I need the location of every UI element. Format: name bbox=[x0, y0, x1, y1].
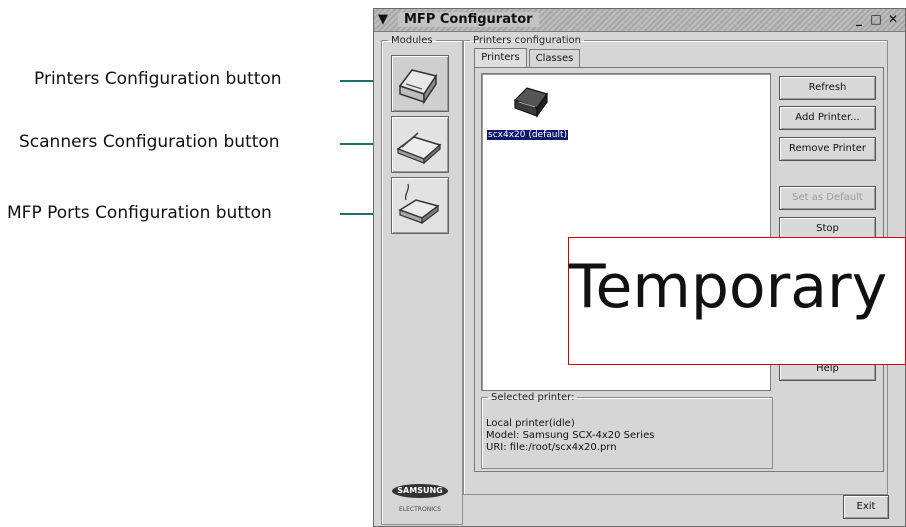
selected-printer-group: Selected printer: Local printer(idle) Mo… bbox=[481, 392, 773, 469]
remove-printer-button[interactable]: Remove Printer bbox=[779, 137, 876, 161]
printers-configuration-button[interactable] bbox=[391, 55, 449, 112]
scanner-icon bbox=[396, 132, 442, 165]
printer-item-label: scx4x20 (default) bbox=[487, 130, 569, 140]
title-bar[interactable]: ▼ MFP Configurator _ □ ✕ bbox=[374, 9, 905, 32]
scanners-configuration-button[interactable] bbox=[391, 116, 449, 173]
modules-legend: Modules bbox=[391, 35, 433, 46]
samsung-brand: SAMSUNG bbox=[392, 484, 448, 498]
callout-ports: MFP Ports Configuration button bbox=[7, 203, 272, 223]
close-button[interactable]: ✕ bbox=[886, 12, 900, 26]
mfp-ports-configuration-button[interactable] bbox=[391, 177, 449, 234]
selected-printer-info: Local printer(idle) Model: Samsung SCX-4… bbox=[486, 418, 654, 454]
refresh-button[interactable]: Refresh bbox=[779, 76, 876, 100]
maximize-button[interactable]: □ bbox=[869, 12, 883, 26]
minimize-button[interactable]: _ bbox=[852, 12, 866, 26]
window-title: MFP Configurator bbox=[398, 12, 539, 27]
callout-scanners: Scanners Configuration button bbox=[19, 132, 280, 152]
temporary-overlay: Temporary bbox=[568, 237, 906, 365]
printer-icon bbox=[398, 69, 438, 105]
add-printer-button[interactable]: Add Printer... bbox=[779, 106, 876, 130]
printer-model-text: Model: Samsung SCX-4x20 Series bbox=[486, 430, 655, 441]
port-icon bbox=[398, 183, 440, 225]
callout-printers: Printers Configuration button bbox=[34, 69, 282, 89]
window-menu-icon[interactable]: ▼ bbox=[378, 12, 388, 27]
selected-printer-legend: Selected printer: bbox=[491, 392, 575, 403]
set-as-default-button[interactable]: Set as Default bbox=[779, 186, 876, 210]
tab-printers[interactable]: Printers bbox=[474, 48, 527, 68]
exit-button[interactable]: Exit bbox=[843, 495, 889, 519]
printer-status-text: Local printer(idle) bbox=[486, 418, 575, 429]
samsung-sub: ELECTRONICS bbox=[399, 506, 441, 513]
tab-classes[interactable]: Classes bbox=[529, 49, 580, 67]
printers-configuration-legend: Printers configuration bbox=[473, 35, 581, 46]
printer-device-icon bbox=[513, 87, 548, 118]
samsung-logo: SAMSUNG ELECTRONICS bbox=[389, 484, 451, 520]
tab-bar: Printers Classes bbox=[474, 48, 594, 69]
printer-uri-text: URI: file:/root/scx4x20.prn bbox=[486, 442, 617, 453]
temporary-overlay-text: Temporary bbox=[569, 252, 888, 322]
printer-list-item[interactable]: scx4x20 (default) bbox=[487, 80, 577, 141]
